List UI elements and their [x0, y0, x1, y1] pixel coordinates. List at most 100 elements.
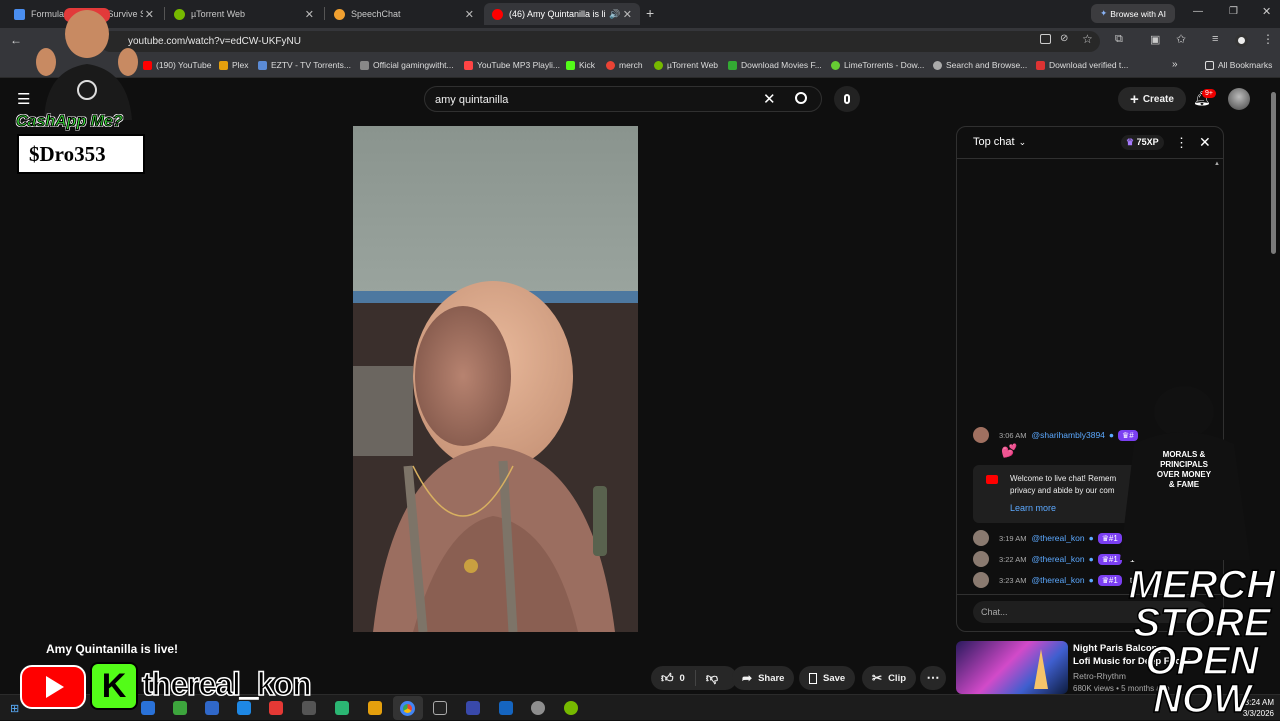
- all-bookmarks-label: All Bookmarks: [1218, 60, 1273, 70]
- profile-avatar[interactable]: [1235, 34, 1248, 47]
- thumbs-up-icon: 👍︎: [661, 670, 674, 685]
- chat-menu-kebab-icon[interactable]: ⋮: [1175, 135, 1188, 151]
- channel-name[interactable]: Retro-Rhythm: [1073, 671, 1126, 681]
- chrome-icon: [400, 701, 415, 716]
- cashapp-tag: $Dro353: [29, 142, 106, 166]
- chat-message[interactable]: 3:22 AM @thereal_kon ● ♛#1 1: [973, 551, 1135, 567]
- member-badge: ♛#1: [1097, 574, 1122, 586]
- speaker-icon[interactable]: 🔊: [609, 9, 620, 20]
- kick-logo-icon: K: [90, 662, 138, 710]
- like-button[interactable]: 👍︎ 0: [651, 670, 696, 686]
- bookmarks-bar: (190) YouTube Plex EZTV - TV Torrents...…: [0, 55, 1280, 78]
- video-player[interactable]: [353, 126, 638, 632]
- browse-with-ai-button[interactable]: ✦ Browse with AI: [1091, 4, 1175, 23]
- chrome-taskbar-button[interactable]: [393, 696, 423, 720]
- tab-youtube-live[interactable]: (46) Amy Quintanilla is live! 🔊 ✕: [484, 3, 640, 25]
- reading-list-icon[interactable]: ≡: [1212, 33, 1218, 45]
- bookmark-favicon-icon: [219, 60, 228, 70]
- search-box[interactable]: amy quintanilla ✕: [424, 86, 822, 112]
- chat-scroll-up-icon[interactable]: ▲: [1214, 161, 1220, 167]
- bookmark-item[interactable]: merch: [606, 60, 643, 70]
- close-window-icon[interactable]: ✕: [1262, 5, 1271, 18]
- bookmark-item[interactable]: Download Movies F...: [728, 60, 822, 70]
- search-icon[interactable]: [795, 92, 807, 104]
- dislike-button[interactable]: 👎︎: [696, 671, 728, 686]
- bookmark-star-icon[interactable]: ☆: [1082, 32, 1093, 46]
- account-avatar[interactable]: [1228, 88, 1250, 110]
- back-arrow-icon[interactable]: ←: [10, 33, 22, 47]
- create-button[interactable]: + Create: [1118, 87, 1186, 111]
- bookmark-item[interactable]: Official gamingwitht...: [360, 60, 454, 70]
- bookmark-label: YouTube MP3 Playli...: [477, 60, 560, 70]
- thumbs-down-icon: 👎︎: [705, 670, 719, 685]
- bookmark-item[interactable]: Kick: [566, 60, 595, 70]
- sidebar-icon[interactable]: ▣: [1150, 33, 1160, 46]
- menu-kebab-icon[interactable]: ⋮: [1262, 32, 1274, 46]
- learn-more-link[interactable]: Learn more: [1010, 503, 1056, 513]
- app-icon[interactable]: [499, 701, 513, 715]
- close-tab-icon[interactable]: ✕: [465, 8, 474, 21]
- app-icon[interactable]: [531, 701, 545, 715]
- bookmark-label: Plex: [232, 60, 249, 70]
- save-button[interactable]: Save: [799, 666, 856, 690]
- address-bar[interactable]: youtube.com/watch?v=edCW-UKFyNU: [100, 31, 1100, 52]
- close-tab-icon[interactable]: ✕: [623, 8, 632, 21]
- bookmark-favicon-icon: [728, 60, 737, 70]
- cast-icon[interactable]: [1040, 34, 1051, 44]
- tab-bar: Formula 1 Drive to Survive S08E... ✕ µTo…: [0, 0, 1280, 28]
- page-scrollbar[interactable]: [1271, 92, 1276, 254]
- clip-button[interactable]: ✂ Clip: [862, 666, 917, 690]
- restore-icon[interactable]: ❐: [1229, 6, 1238, 17]
- bookmark-item[interactable]: EZTV - TV Torrents...: [258, 60, 351, 70]
- chat-message[interactable]: 3:23 AM @thereal_kon ● ♛#1 t: [973, 572, 1132, 588]
- favorites-icon[interactable]: ✩: [1176, 32, 1186, 46]
- app-icon[interactable]: [466, 701, 480, 715]
- all-bookmarks-button[interactable]: All Bookmarks: [1205, 60, 1272, 70]
- bookmark-item[interactable]: YouTube MP3 Playli...: [464, 60, 560, 70]
- share-button[interactable]: ➦ Share: [732, 666, 795, 690]
- video-thumbnail: [956, 641, 1068, 694]
- more-actions-button[interactable]: ⋯: [920, 666, 946, 690]
- streamer-cartoon-image: [36, 8, 138, 120]
- minimize-icon[interactable]: —: [1193, 6, 1203, 17]
- app-icon[interactable]: [433, 701, 447, 715]
- youtube-favicon-icon: [492, 8, 503, 20]
- bookmark-icon: [809, 672, 817, 684]
- utorrent-icon[interactable]: [564, 701, 578, 715]
- browse-with-ai-label: Browse with AI: [1110, 8, 1166, 19]
- clear-search-icon[interactable]: ✕: [763, 90, 776, 108]
- bookmark-label: Download Movies F...: [741, 60, 822, 70]
- bookmark-item[interactable]: Search and Browse...: [933, 60, 1027, 70]
- message-author: @sharihambly3894: [1031, 430, 1105, 440]
- merch-hoodie-image: MORALS & PRINCIPALS OVER MONEY & FAME: [1114, 384, 1254, 564]
- chevron-right-icon[interactable]: »: [1172, 59, 1178, 70]
- plus-icon: +: [1130, 90, 1139, 108]
- bookmark-item[interactable]: LimeTorrents - Dow...: [831, 60, 924, 70]
- tab-utorrent[interactable]: µTorrent Web ✕: [166, 3, 322, 25]
- chevron-down-icon: ⌄: [1018, 136, 1027, 147]
- xp-badge[interactable]: ♛ 75XP: [1121, 135, 1164, 150]
- search-input[interactable]: amy quintanilla: [435, 94, 508, 106]
- tab-title: (46) Amy Quintanilla is live!: [509, 9, 605, 19]
- chat-message[interactable]: 3:06 AM @sharihambly3894 ● ♛#: [973, 427, 1138, 443]
- chat-mode-dropdown[interactable]: Top chat ⌄: [973, 136, 1026, 148]
- bookmark-item[interactable]: Download verified t...: [1036, 60, 1128, 70]
- tab-speechchat[interactable]: SpeechChat ✕: [326, 3, 482, 25]
- extensions-icon[interactable]: ⧉: [1115, 33, 1123, 46]
- bookmark-item[interactable]: Plex: [219, 60, 249, 70]
- verified-icon: ●: [1088, 533, 1094, 543]
- merch-line-1: MERCH: [1128, 563, 1276, 607]
- close-chat-icon[interactable]: ✕: [1199, 134, 1211, 151]
- sparkle-icon: ✦: [1100, 8, 1108, 18]
- new-tab-button[interactable]: +: [646, 5, 654, 21]
- social-handle: thereal_kon: [141, 665, 312, 703]
- welcome-text: Welcome to live chat! Remem privacy and …: [1010, 473, 1120, 497]
- plex-icon[interactable]: [368, 701, 382, 715]
- close-tab-icon[interactable]: ✕: [305, 8, 314, 21]
- bookmark-item[interactable]: µTorrent Web: [654, 60, 718, 70]
- chat-message[interactable]: 3:19 AM @thereal_kon ● ♛#1: [973, 530, 1122, 546]
- voice-search-button[interactable]: [834, 86, 860, 112]
- eiffel-tower-icon: [1034, 649, 1048, 689]
- app-icon[interactable]: [335, 701, 349, 715]
- eye-slash-icon[interactable]: ⊘: [1060, 33, 1068, 44]
